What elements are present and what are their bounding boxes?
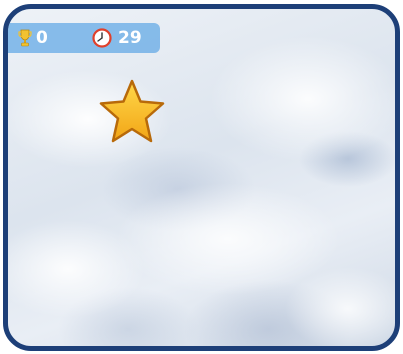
score-value: 0: [36, 28, 48, 48]
score-display: 0: [18, 23, 48, 53]
timer-value: 29: [118, 28, 142, 48]
star-icon[interactable]: [98, 79, 166, 145]
hud-bar: 0 29: [8, 23, 160, 53]
game-board[interactable]: 0 29: [3, 4, 400, 351]
clock-icon: [92, 28, 112, 48]
timer-display: 29: [92, 23, 142, 53]
trophy-icon: [18, 29, 32, 47]
